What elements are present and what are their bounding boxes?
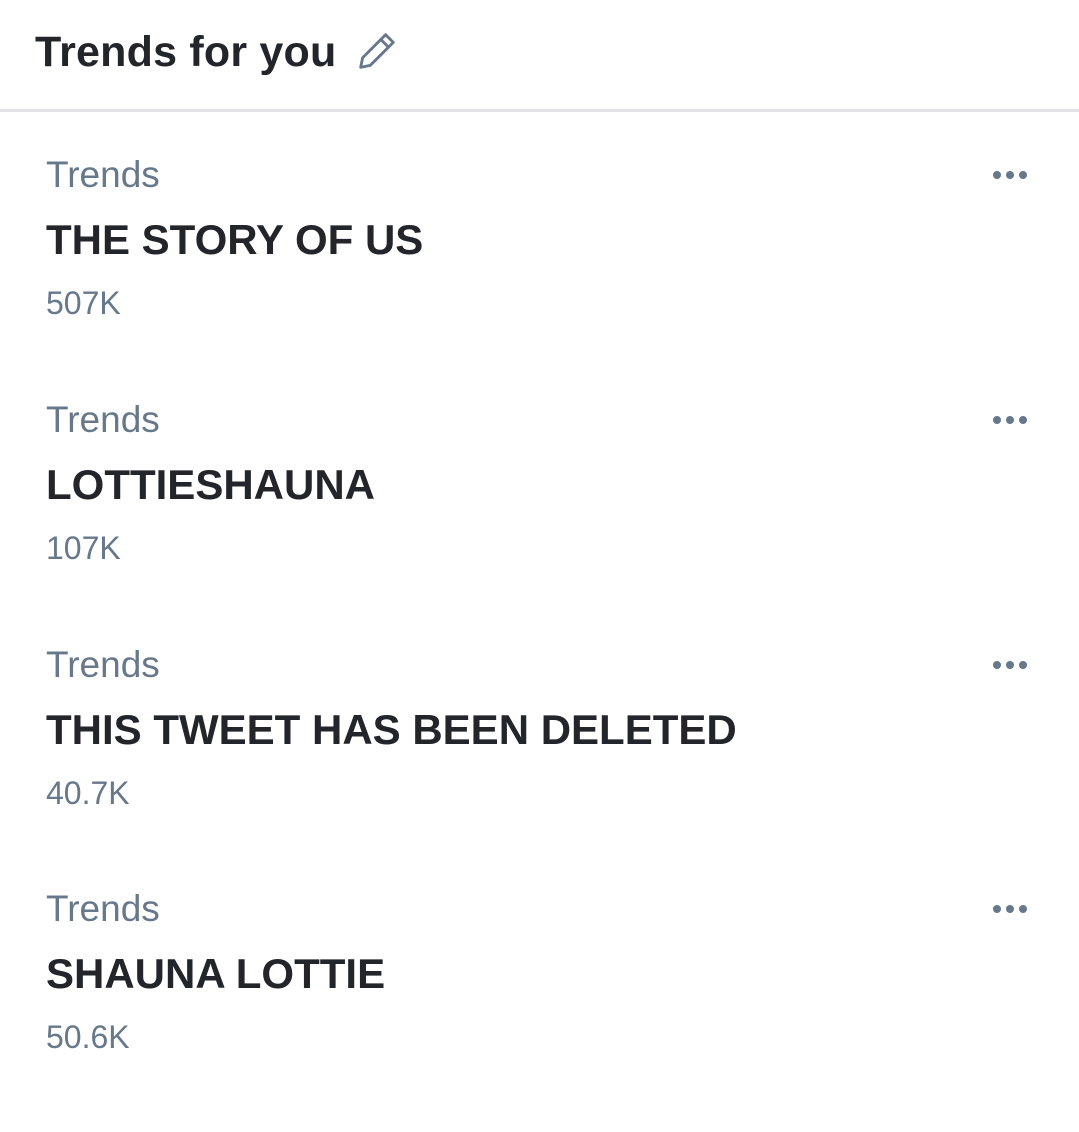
trend-context: Trends bbox=[46, 888, 160, 929]
trend-item[interactable]: Trends LOTTIESHAUNA 107K bbox=[0, 398, 1079, 643]
trends-header: Trends for you bbox=[0, 0, 1079, 112]
more-dots-icon-dot bbox=[1006, 905, 1014, 913]
more-dots-icon bbox=[993, 416, 1001, 424]
trend-count: 507K bbox=[46, 285, 121, 321]
more-options-button[interactable] bbox=[984, 645, 1036, 685]
more-dots-icon-dot bbox=[1019, 171, 1027, 179]
trend-name[interactable]: THIS TWEET HAS BEEN DELETED bbox=[46, 705, 737, 755]
pencil-icon bbox=[359, 33, 395, 69]
more-options-button[interactable] bbox=[984, 889, 1036, 929]
page-title: Trends for you bbox=[35, 28, 337, 76]
trend-context: Trends bbox=[46, 154, 160, 195]
more-dots-icon-dot bbox=[1019, 416, 1027, 424]
trend-context: Trends bbox=[46, 399, 160, 440]
more-dots-icon-dot bbox=[1006, 661, 1014, 669]
more-dots-icon bbox=[993, 905, 1001, 913]
trend-context: Trends bbox=[46, 644, 160, 685]
more-dots-icon-dot bbox=[1019, 905, 1027, 913]
trend-name[interactable]: SHAUNA LOTTIE bbox=[46, 949, 385, 999]
edit-trends-button[interactable] bbox=[352, 26, 402, 76]
trend-item[interactable]: Trends THIS TWEET HAS BEEN DELETED 40.7K bbox=[0, 643, 1079, 888]
more-dots-icon bbox=[993, 661, 1001, 669]
more-dots-icon-dot bbox=[1006, 416, 1014, 424]
more-options-button[interactable] bbox=[984, 400, 1036, 440]
trend-count: 50.6K bbox=[46, 1019, 130, 1055]
more-dots-icon-dot bbox=[1019, 661, 1027, 669]
trend-name[interactable]: THE STORY OF US bbox=[46, 215, 423, 265]
more-dots-icon bbox=[993, 171, 1001, 179]
trend-item[interactable]: Trends SHAUNA LOTTIE 50.6K bbox=[0, 887, 1079, 1132]
trend-count: 40.7K bbox=[46, 775, 130, 811]
trend-item[interactable]: Trends THE STORY OF US 507K bbox=[0, 153, 1079, 398]
trend-name[interactable]: LOTTIESHAUNA bbox=[46, 460, 375, 510]
trend-count: 107K bbox=[46, 530, 121, 566]
more-dots-icon-dot bbox=[1006, 171, 1014, 179]
more-options-button[interactable] bbox=[984, 155, 1036, 195]
